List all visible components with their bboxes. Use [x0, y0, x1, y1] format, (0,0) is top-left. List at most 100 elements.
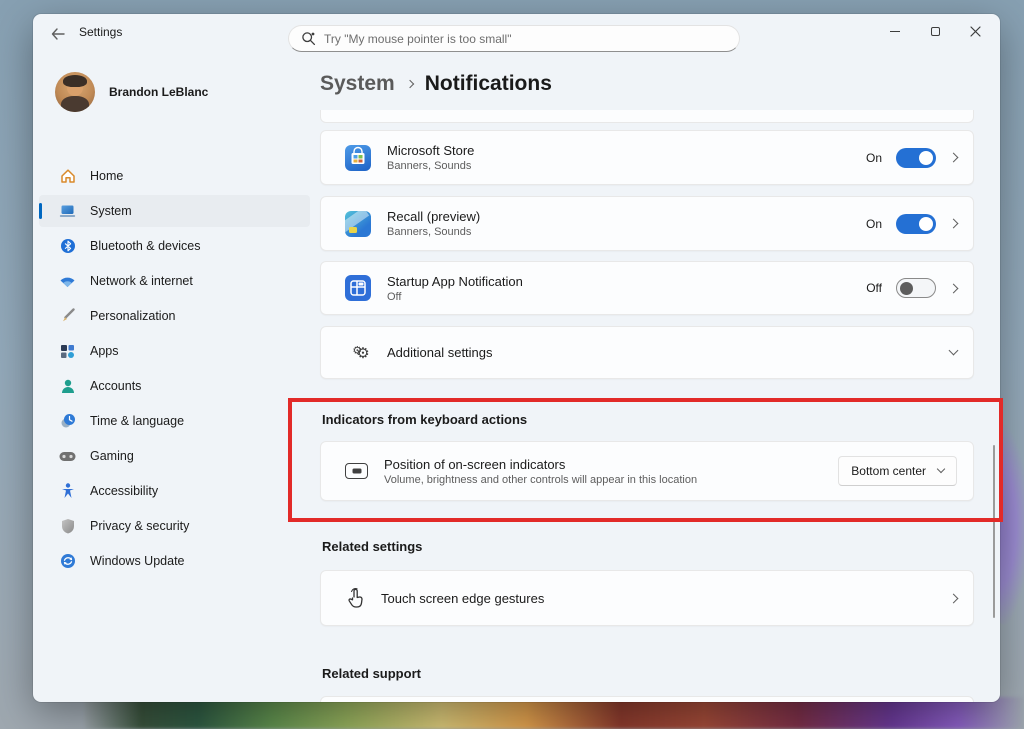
chevron-down-icon: [937, 465, 945, 473]
accounts-person-icon: [59, 378, 76, 395]
sidebar-item-personalization[interactable]: Personalization: [39, 300, 310, 332]
card-title: Touch screen edge gestures: [381, 591, 544, 606]
main-content: Microsoft Store Banners, Sounds On Recal…: [320, 110, 974, 702]
sidebar-item-label: Privacy & security: [90, 519, 189, 533]
system-icon: [59, 203, 76, 220]
sidebar-item-bluetooth-devices[interactable]: Bluetooth & devices: [39, 230, 310, 262]
sidebar-nav: Home System Bluetooth & devices Network …: [39, 160, 310, 577]
breadcrumb-chevron-icon: [405, 80, 413, 88]
card-title: Recall (preview): [387, 209, 480, 224]
apps-icon: [59, 343, 76, 360]
search-input[interactable]: [324, 32, 727, 46]
minimize-button[interactable]: [875, 14, 915, 48]
chevron-down-icon: [949, 346, 959, 356]
accessibility-person-icon: [59, 483, 76, 500]
sidebar-item-network-internet[interactable]: Network & internet: [39, 265, 310, 297]
sidebar-item-label: Gaming: [90, 449, 134, 463]
sidebar-item-label: Accounts: [90, 379, 141, 393]
position-of-onscreen-indicators-card: Position of on-screen indicators Volume,…: [320, 441, 974, 501]
partially-scrolled-card[interactable]: [320, 110, 974, 123]
chevron-right-icon: [949, 283, 959, 293]
sidebar-item-label: Bluetooth & devices: [90, 239, 201, 253]
sidebar-item-label: System: [90, 204, 132, 218]
close-icon: [970, 26, 981, 37]
additional-settings-expander[interactable]: ⚙⚙ Additional settings: [320, 326, 974, 379]
search-icon: [301, 31, 316, 46]
sidebar-item-label: Windows Update: [90, 554, 185, 568]
card-subtitle: Banners, Sounds: [387, 226, 480, 238]
titlebar: Settings: [33, 14, 1000, 58]
close-button[interactable]: [955, 14, 995, 48]
startup-app-toggle[interactable]: [896, 278, 936, 298]
avatar: [55, 72, 95, 112]
back-button[interactable]: [43, 21, 73, 47]
sidebar-item-windows-update[interactable]: Windows Update: [39, 545, 310, 577]
back-arrow-icon: [51, 28, 65, 40]
scrollbar-thumb[interactable]: [993, 445, 996, 618]
microsoft-store-toggle[interactable]: [896, 148, 936, 168]
notification-sender-microsoft-store[interactable]: Microsoft Store Banners, Sounds On: [320, 130, 974, 185]
card-subtitle: Off: [387, 291, 523, 303]
toggle-state-label: On: [866, 217, 882, 231]
maximize-button[interactable]: [915, 14, 955, 48]
card-subtitle: Banners, Sounds: [387, 160, 474, 172]
sidebar-item-label: Accessibility: [90, 484, 158, 498]
breadcrumb: System Notifications: [320, 72, 552, 96]
sidebar-item-label: Network & internet: [90, 274, 193, 288]
sidebar-item-accounts[interactable]: Accounts: [39, 370, 310, 402]
personalization-brush-icon: [59, 308, 76, 325]
help-from-the-web-expander[interactable]: Help from the web: [320, 696, 974, 702]
privacy-shield-icon: [59, 518, 76, 535]
notification-sender-startup-app[interactable]: Startup App Notification Off Off: [320, 261, 974, 315]
section-heading-indicators: Indicators from keyboard actions: [320, 412, 974, 427]
window-controls: [875, 14, 995, 48]
position-dropdown[interactable]: Bottom center: [838, 456, 957, 486]
wifi-icon: [59, 273, 76, 290]
recall-icon: [345, 211, 371, 237]
page-title: Notifications: [425, 72, 552, 96]
dropdown-selected-value: Bottom center: [851, 464, 926, 478]
card-title: Microsoft Store: [387, 143, 474, 158]
section-heading-related-support: Related support: [320, 666, 974, 681]
user-name: Brandon LeBlanc: [109, 85, 208, 99]
maximize-icon: [931, 27, 940, 36]
chevron-right-icon: [949, 153, 959, 163]
bluetooth-icon: [59, 238, 76, 255]
sidebar-item-time-language[interactable]: Time & language: [39, 405, 310, 437]
startup-app-icon: [345, 275, 371, 301]
recall-toggle[interactable]: [896, 214, 936, 234]
toggle-state-label: Off: [866, 281, 882, 295]
touch-screen-edge-gestures-card[interactable]: Touch screen edge gestures: [320, 570, 974, 626]
microsoft-store-icon: [345, 145, 371, 171]
card-title: Additional settings: [387, 345, 493, 360]
sidebar-item-system[interactable]: System: [39, 195, 310, 227]
breadcrumb-parent[interactable]: System: [320, 72, 395, 96]
minimize-icon: [890, 31, 900, 32]
sidebar: Brandon LeBlanc Home System Bluetooth & …: [33, 58, 320, 702]
chevron-right-icon: [949, 219, 959, 229]
toggle-state-label: On: [866, 151, 882, 165]
card-title: Position of on-screen indicators: [384, 457, 697, 472]
chevron-right-icon: [949, 593, 959, 603]
sidebar-item-label: Apps: [90, 344, 119, 358]
sidebar-item-label: Personalization: [90, 309, 175, 323]
windows-update-icon: [59, 553, 76, 570]
account-entry[interactable]: Brandon LeBlanc: [55, 72, 208, 112]
gears-icon: ⚙⚙: [345, 344, 371, 362]
sidebar-item-gaming[interactable]: Gaming: [39, 440, 310, 472]
sidebar-item-apps[interactable]: Apps: [39, 335, 310, 367]
card-title: Startup App Notification: [387, 274, 523, 289]
card-subtitle: Volume, brightness and other controls wi…: [384, 474, 697, 486]
notification-sender-recall[interactable]: Recall (preview) Banners, Sounds On: [320, 196, 974, 251]
home-icon: [59, 168, 76, 185]
time-language-icon: [59, 413, 76, 430]
onscreen-indicator-icon: [345, 463, 368, 479]
touch-gesture-icon: [345, 587, 365, 609]
sidebar-item-label: Time & language: [90, 414, 184, 428]
search-box[interactable]: [288, 25, 740, 52]
section-heading-related-settings: Related settings: [320, 539, 974, 554]
sidebar-item-home[interactable]: Home: [39, 160, 310, 192]
sidebar-item-privacy-security[interactable]: Privacy & security: [39, 510, 310, 542]
gaming-gamepad-icon: [59, 448, 76, 465]
sidebar-item-accessibility[interactable]: Accessibility: [39, 475, 310, 507]
